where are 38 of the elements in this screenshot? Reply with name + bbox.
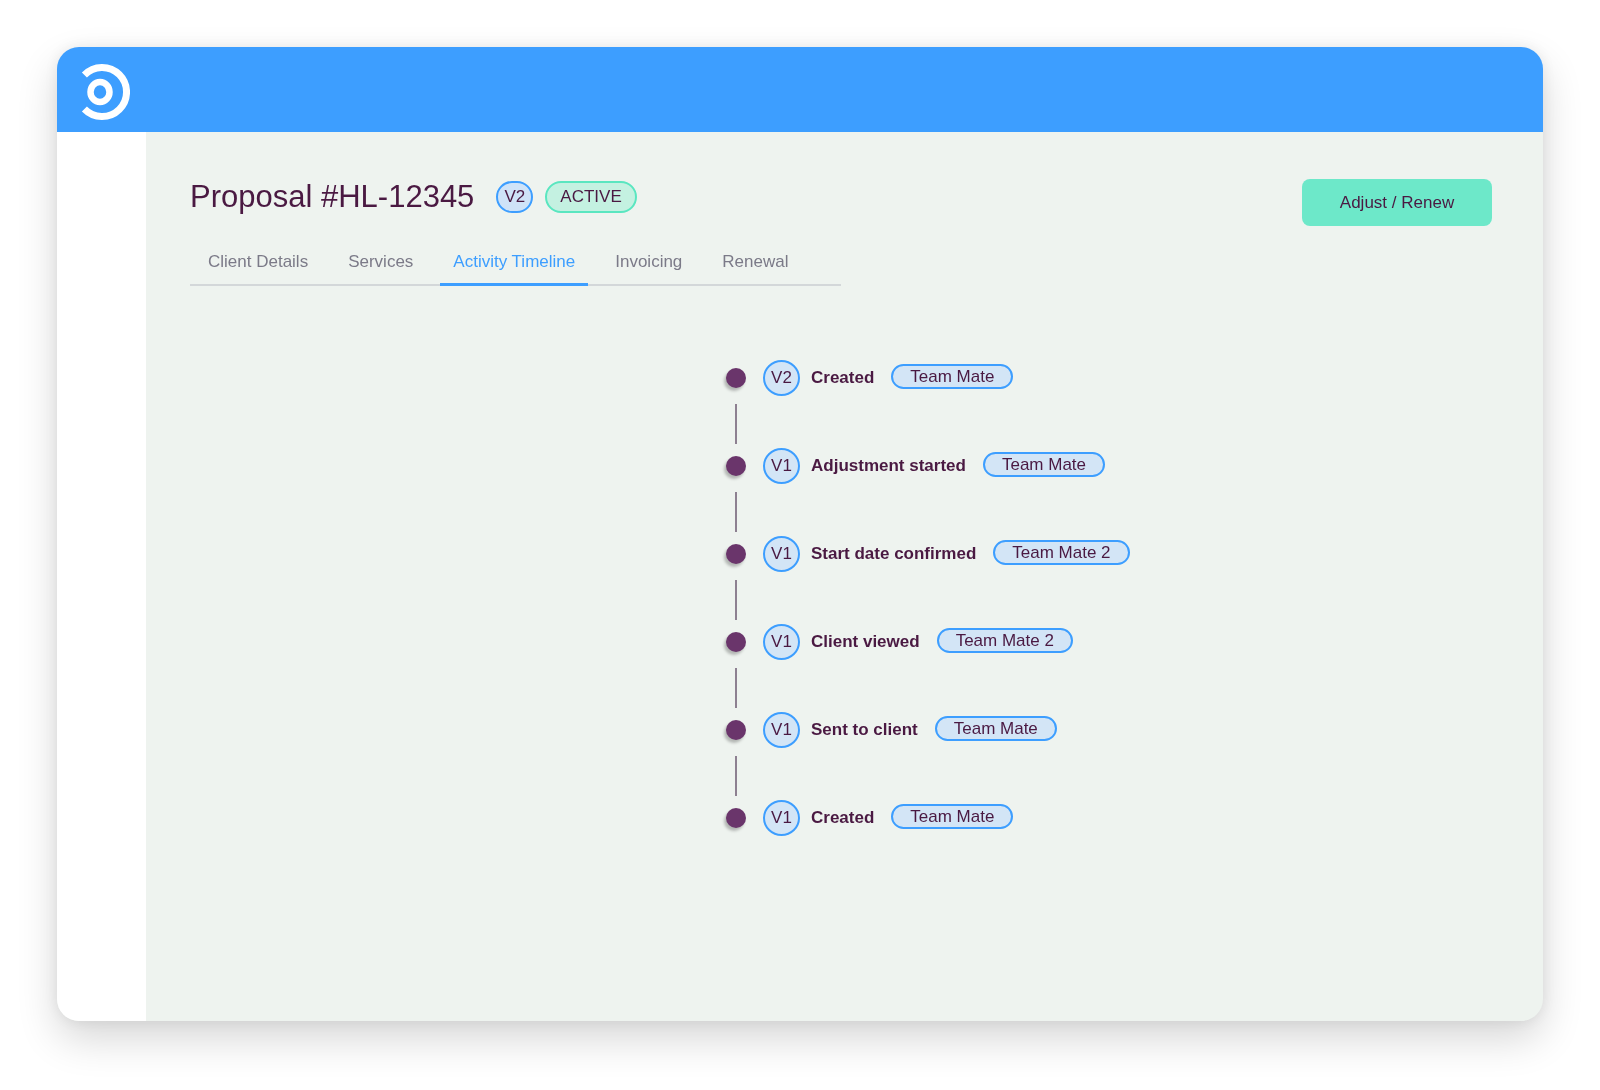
event-label: Created <box>811 368 875 388</box>
event-label: Adjustment started <box>811 456 966 476</box>
tab[interactable]: Client Details <box>195 252 322 286</box>
user-tag: Team Mate 2 <box>993 539 1130 565</box>
version-badge: V1 <box>763 712 800 748</box>
user-tag: Team Mate <box>891 363 1014 389</box>
status-badge: ACTIVE <box>545 181 637 213</box>
version-badge: V1 <box>763 624 800 660</box>
timeline-dot-icon <box>726 368 746 388</box>
timeline-line <box>735 580 737 620</box>
timeline-line <box>735 492 737 532</box>
version-badge: V2 <box>496 181 534 213</box>
timeline-dot-icon <box>726 808 746 828</box>
timeline-line <box>735 404 737 444</box>
event-label: Start date confirmed <box>811 544 977 564</box>
version-badge: V2 <box>763 360 800 396</box>
timeline-dot-icon <box>726 632 746 652</box>
user-tag: Team Mate <box>891 803 1014 829</box>
timeline-dot-icon <box>726 456 746 476</box>
timeline-dot-icon <box>726 720 746 740</box>
user-tag: Team Mate <box>982 451 1105 477</box>
adjust-renew-button[interactable]: Adjust / Renew <box>1302 179 1492 226</box>
tab[interactable]: Renewal <box>709 252 802 286</box>
version-badge: V1 <box>763 448 800 484</box>
tab[interactable]: Invoicing <box>602 252 696 286</box>
version-badge: V1 <box>763 800 800 836</box>
event-label: Sent to client <box>811 720 918 740</box>
user-tag: Team Mate 2 <box>936 627 1073 653</box>
version-badge: V1 <box>763 536 800 572</box>
timeline-line <box>735 756 737 796</box>
user-tag: Team Mate <box>934 715 1057 741</box>
timeline-line <box>735 668 737 708</box>
event-label: Created <box>811 808 875 828</box>
event-label: Client viewed <box>811 632 920 652</box>
tab[interactable]: Services <box>335 252 427 286</box>
timeline-dot-icon <box>726 544 746 564</box>
tab[interactable]: Activity Timeline <box>440 252 589 286</box>
proposal-title: Proposal #HL-12345 <box>190 179 475 215</box>
